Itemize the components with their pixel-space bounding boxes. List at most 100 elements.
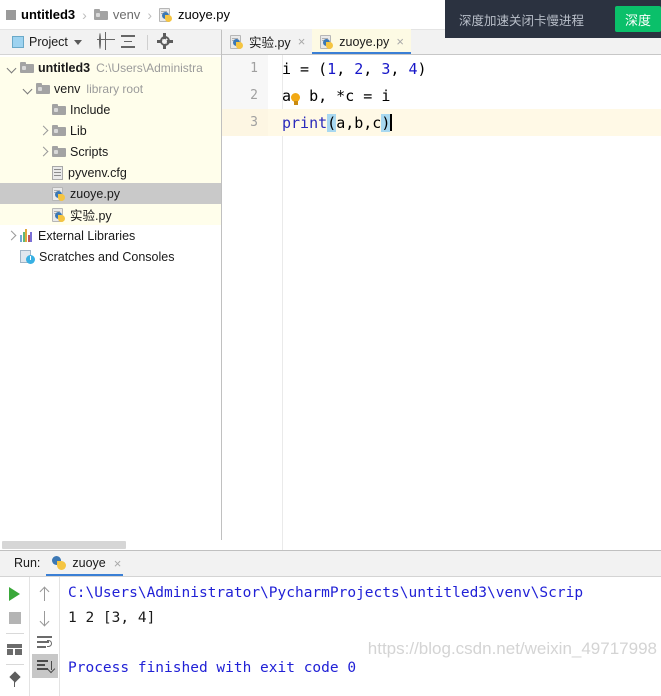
code-text[interactable]: a, b, *c = i [268, 87, 390, 105]
tree-item-scripts[interactable]: Scripts [0, 141, 221, 162]
scratches-icon [20, 249, 35, 264]
run-label: Run: [14, 556, 41, 570]
twisty-expanded-icon[interactable] [20, 81, 36, 97]
layout-icon[interactable] [2, 637, 28, 661]
tree-item-py[interactable]: 实验.py [0, 204, 221, 225]
folder-icon [36, 83, 50, 94]
run-tab-zuoye[interactable]: zuoye × [40, 550, 129, 576]
console-output[interactable]: C:\Users\Administrator\PycharmProjects\u… [60, 577, 661, 696]
line-number: 2 [222, 82, 268, 109]
twisty-collapsed-icon[interactable] [36, 144, 52, 160]
breadcrumb-item-file[interactable]: zuoye.py [158, 0, 231, 29]
tree-item-zuoye-py[interactable]: zuoye.py [0, 183, 221, 204]
tree-item-untitled3[interactable]: untitled3 C:\Users\Administra [0, 57, 221, 78]
collapse-all-icon[interactable] [120, 34, 137, 50]
tree-item-pyvenv-cfg[interactable]: pyvenv.cfg [0, 162, 221, 183]
notification-action-button[interactable]: 深度 [614, 6, 661, 32]
text-caret [390, 113, 392, 131]
twisty-expanded-icon[interactable] [4, 60, 20, 76]
folder-icon [93, 9, 108, 20]
tree-item-include[interactable]: Include [0, 99, 221, 120]
project-title: Project [29, 35, 68, 49]
code-line[interactable]: 2 a, b, *c = i [222, 82, 661, 109]
code-text[interactable]: print(a,b,c) [268, 113, 392, 132]
settings-gear-icon[interactable] [156, 33, 174, 50]
tree-item-lib[interactable]: Lib [0, 120, 221, 141]
pin-icon[interactable] [2, 668, 28, 692]
close-icon[interactable]: × [114, 557, 122, 570]
tree-item-label: Lib [70, 123, 87, 138]
folder-icon [52, 146, 66, 157]
tree-item-label: Include [70, 102, 111, 117]
console-line: 1 2 [3, 4] [68, 610, 156, 626]
breadcrumb-separator: › [147, 6, 152, 23]
tree-item-venv[interactable]: venv library root [0, 78, 221, 99]
python-file-icon [320, 34, 334, 49]
down-arrow-icon[interactable] [32, 606, 58, 630]
run-body: C:\Users\Administrator\PycharmProjects\u… [0, 577, 661, 696]
python-file-icon [52, 186, 66, 201]
code-line-current[interactable]: 3 print(a,b,c) [222, 109, 661, 136]
breadcrumb-separator: › [82, 6, 87, 23]
hide-icon[interactable] [180, 34, 196, 50]
folder-icon [52, 104, 66, 115]
editor-tab-label: 实验.py [249, 36, 291, 50]
tree-item-label: untitled3 [38, 60, 91, 75]
notification-message: 深度加速关闭卡慢进程 [459, 13, 585, 28]
project-tool-window: Project untitled3 C:\Users\Administra venv… [0, 30, 222, 550]
code-line[interactable]: 1 i = (1, 2, 3, 4) [222, 55, 661, 82]
console-line: C:\Users\Administrator\PycharmProjects\u… [68, 585, 584, 601]
run-icon[interactable] [2, 582, 28, 606]
up-arrow-icon[interactable] [32, 582, 58, 606]
locate-target-icon[interactable] [98, 33, 115, 50]
project-tree: untitled3 C:\Users\Administra venv library … [0, 55, 221, 267]
breadcrumb-label: zuoye.py [177, 7, 231, 22]
line-number: 3 [222, 109, 268, 136]
editor-area: 实验.py × zuoye.py × 1 i = (1, 2, 3, 4) 2 a, … [222, 29, 661, 550]
chevron-down-icon[interactable] [73, 39, 82, 45]
python-file-icon [158, 7, 173, 22]
run-toolbar-right [30, 577, 60, 696]
stop-icon[interactable] [2, 606, 28, 630]
breadcrumb-item-project[interactable]: untitled3 [6, 0, 75, 29]
breadcrumb-label: venv [112, 7, 141, 22]
tree-item-external-libraries[interactable]: External Libraries [0, 225, 221, 246]
breadcrumb-item-venv[interactable]: venv [93, 0, 141, 29]
tree-item-scratches-and-consoles[interactable]: Scratches and Consoles [0, 246, 221, 267]
tree-item-label: zuoye.py [70, 186, 121, 201]
scrollbar-thumb[interactable] [2, 541, 126, 549]
close-icon[interactable]: × [396, 35, 404, 48]
config-file-icon [52, 165, 64, 180]
editor-tab-label: zuoye.py [339, 34, 390, 49]
close-icon[interactable]: × [298, 35, 306, 48]
project-icon [12, 36, 24, 48]
tree-item-label: 实验.py [70, 209, 112, 223]
folder-icon [52, 125, 66, 136]
project-hscrollbar[interactable] [0, 540, 222, 550]
notification-popup[interactable]: 深度加速关闭卡慢进程 深度 [445, 0, 661, 38]
editor-tab-zuoye[interactable]: zuoye.py × [312, 29, 411, 54]
pycharm-window: untitled3 › venv › zuoye.py Project unti… [0, 0, 661, 696]
lightbulb-icon[interactable] [290, 92, 301, 107]
twisty-collapsed-icon[interactable] [36, 123, 52, 139]
project-square-icon [6, 9, 16, 20]
toolbar-divider [146, 34, 148, 50]
python-file-icon [230, 34, 244, 49]
run-header: Run: zuoye × [0, 551, 661, 577]
soft-wrap-icon[interactable] [32, 630, 58, 654]
console-line: Process finished with exit code 0 [68, 660, 357, 676]
code-editor[interactable]: 1 i = (1, 2, 3, 4) 2 a, b, *c = i 3 prin… [222, 55, 661, 550]
code-text[interactable]: i = (1, 2, 3, 4) [268, 60, 427, 78]
scroll-to-end-icon[interactable] [31, 654, 58, 678]
editor-empty-space[interactable] [222, 136, 661, 550]
tree-item-note: library root [86, 81, 144, 96]
tree-item-label: Scripts [70, 144, 109, 159]
editor-tab-实验[interactable]: 实验.py × [222, 29, 313, 54]
tree-item-note: C:\Users\Administra [96, 60, 203, 75]
twisty-collapsed-icon[interactable] [4, 228, 20, 244]
